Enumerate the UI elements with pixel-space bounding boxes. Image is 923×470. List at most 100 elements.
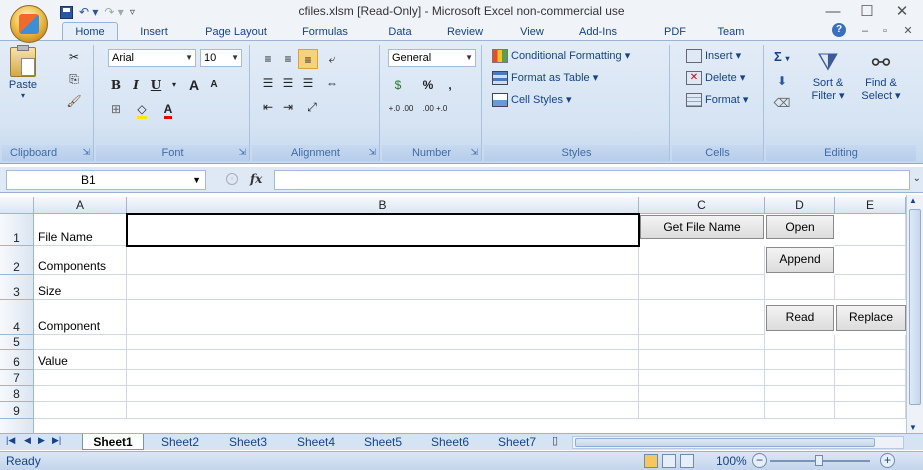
cell-b6[interactable] — [127, 350, 639, 370]
wrap-text-icon[interactable]: ⤶ — [322, 49, 342, 69]
open-button[interactable]: Open — [766, 215, 834, 239]
ribbon-close-icon[interactable]: ✕ — [893, 21, 923, 41]
tab-pdf[interactable]: PDF — [660, 23, 690, 41]
get-file-name-button[interactable]: Get File Name — [640, 215, 764, 239]
horizontal-scroll-thumb[interactable] — [575, 438, 875, 447]
maximize-button[interactable]: ☐ — [852, 2, 882, 22]
cell-c8[interactable] — [639, 386, 765, 402]
normal-view-icon[interactable] — [644, 454, 658, 468]
zoom-slider-thumb[interactable] — [815, 455, 823, 466]
autosum-button[interactable]: Σ ▾ — [774, 49, 789, 64]
sheet-tab-4[interactable]: Sheet4 — [286, 434, 346, 450]
office-button[interactable] — [10, 5, 48, 43]
row-header-6[interactable]: 6 — [0, 350, 34, 370]
insert-sheet-icon[interactable]: ▯ — [552, 434, 558, 447]
format-as-table-button[interactable]: Format as Table ▾ — [492, 71, 598, 86]
number-format-combo[interactable]: General ▼ — [388, 49, 476, 67]
shrink-font-button[interactable]: A — [204, 75, 224, 95]
cell-c7[interactable] — [639, 370, 765, 386]
cell-a2[interactable]: Components — [34, 246, 127, 275]
increase-decimal-button[interactable]: +.0 .00 — [386, 99, 416, 119]
align-left-icon[interactable]: ☰ — [258, 73, 278, 93]
underline-button[interactable]: U — [146, 75, 166, 95]
format-cells-button[interactable]: Format ▾ — [686, 93, 748, 108]
cell-c2[interactable] — [639, 246, 765, 275]
fill-color-icon[interactable]: ◇ — [132, 99, 152, 119]
cell-c6[interactable] — [639, 350, 765, 370]
prev-sheet-icon[interactable]: ◀ — [24, 435, 31, 446]
worksheet-grid[interactable]: A B C D E 1 2 3 4 5 6 7 8 9 File Name Co… — [0, 197, 906, 433]
cell-b9[interactable] — [127, 402, 639, 419]
cell-e8[interactable] — [835, 386, 906, 402]
align-middle-icon[interactable]: ≡ — [278, 49, 298, 69]
cell-e2[interactable] — [835, 246, 906, 275]
page-layout-view-icon[interactable] — [662, 454, 676, 468]
row-header-9[interactable]: 9 — [0, 402, 34, 419]
column-header-b[interactable]: B — [127, 197, 639, 214]
percent-button[interactable]: % — [418, 75, 438, 95]
italic-button[interactable]: I — [126, 75, 146, 95]
cell-b7[interactable] — [127, 370, 639, 386]
cell-a9[interactable] — [34, 402, 127, 419]
tab-add-ins[interactable]: Add-Ins — [570, 23, 626, 41]
cell-a7[interactable] — [34, 370, 127, 386]
scroll-down-icon[interactable]: ▼ — [909, 423, 917, 432]
align-bottom-icon[interactable]: ≡ — [298, 49, 318, 69]
clipboard-launcher-icon[interactable]: ⇲ — [82, 147, 90, 158]
tab-review[interactable]: Review — [440, 23, 490, 41]
cell-a3[interactable]: Size — [34, 275, 127, 300]
cell-e7[interactable] — [835, 370, 906, 386]
copy-icon[interactable]: ⎘ — [64, 69, 84, 89]
align-right-icon[interactable]: ☰ — [298, 73, 318, 93]
vertical-scroll-thumb[interactable] — [909, 209, 921, 405]
vertical-scrollbar[interactable]: ▲ ▼ — [906, 195, 923, 433]
sort-filter-button[interactable]: ⧩ Sort & Filter ▾ — [806, 49, 850, 102]
cell-d3[interactable] — [765, 275, 835, 300]
sheet-tab-6[interactable]: Sheet6 — [420, 434, 480, 450]
align-center-icon[interactable]: ☰ — [278, 73, 298, 93]
sheet-tab-1[interactable]: Sheet1 — [82, 434, 144, 450]
last-sheet-icon[interactable]: ▶| — [52, 435, 61, 446]
cell-a6[interactable]: Value — [34, 350, 127, 370]
conditional-formatting-button[interactable]: Conditional Formatting ▾ — [492, 49, 630, 64]
bold-button[interactable]: B — [106, 75, 126, 95]
cell-b1[interactable] — [127, 214, 639, 246]
row-header-5[interactable]: 5 — [0, 335, 34, 350]
row-header-8[interactable]: 8 — [0, 386, 34, 402]
row-header-3[interactable]: 3 — [0, 275, 34, 300]
select-all-corner[interactable] — [0, 197, 34, 214]
cell-e6[interactable] — [835, 350, 906, 370]
insert-function-icon[interactable]: fx — [250, 172, 262, 186]
sheet-tab-7[interactable]: Sheet7 — [487, 434, 547, 450]
cell-d6[interactable] — [765, 350, 835, 370]
sheet-tab-2[interactable]: Sheet2 — [150, 434, 210, 450]
formula-input[interactable] — [274, 170, 910, 190]
cell-b4[interactable] — [127, 300, 639, 335]
alignment-launcher-icon[interactable]: ⇲ — [368, 147, 376, 158]
sheet-tab-5[interactable]: Sheet5 — [353, 434, 413, 450]
minimize-button[interactable]: — — [818, 2, 848, 22]
cell-a1[interactable]: File Name — [34, 214, 127, 246]
tab-team[interactable]: Team — [708, 23, 754, 41]
decrease-indent-icon[interactable]: ⇤ — [258, 97, 278, 117]
cell-e5[interactable] — [835, 335, 906, 350]
tab-home[interactable]: Home — [62, 22, 118, 42]
sheet-tab-3[interactable]: Sheet3 — [218, 434, 278, 450]
scroll-up-icon[interactable]: ▲ — [909, 196, 917, 205]
cell-a8[interactable] — [34, 386, 127, 402]
tab-formulas[interactable]: Formulas — [295, 23, 355, 41]
column-header-e[interactable]: E — [835, 197, 906, 214]
insert-cells-button[interactable]: Insert ▾ — [686, 49, 741, 64]
cell-c4[interactable] — [639, 300, 765, 335]
first-sheet-icon[interactable]: |◀ — [6, 435, 15, 446]
zoom-in-button[interactable]: + — [880, 453, 895, 468]
column-header-a[interactable]: A — [34, 197, 127, 214]
find-select-button[interactable]: ⚯ Find & Select ▾ — [856, 49, 906, 102]
cell-c5[interactable] — [639, 335, 765, 350]
column-header-c[interactable]: C — [639, 197, 765, 214]
cell-b5[interactable] — [127, 335, 639, 350]
paste-button[interactable]: Paste ▾ — [8, 45, 38, 100]
grow-font-button[interactable]: A — [184, 75, 204, 95]
tab-data[interactable]: Data — [380, 23, 420, 41]
fill-icon[interactable]: ⬇ — [772, 71, 792, 91]
